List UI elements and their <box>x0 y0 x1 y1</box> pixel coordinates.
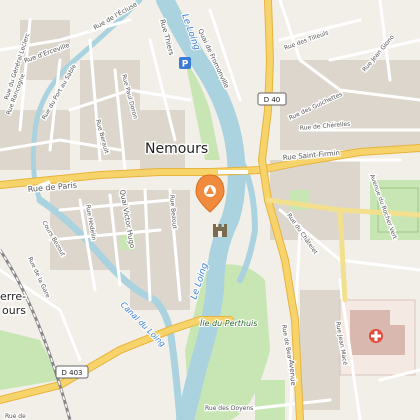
city-label-partial: erre- <box>0 290 26 303</box>
road-shield-d403-label: D 403 <box>62 369 83 377</box>
parking-poi[interactable]: P <box>179 57 191 70</box>
parking-label: P <box>182 60 189 70</box>
map-view[interactable]: Nemours erre- ours Le Loing Le Loing Can… <box>0 0 420 420</box>
road-shield-d40: D 40 <box>257 92 287 106</box>
city-label-partial-2: ours <box>2 304 26 317</box>
map-canvas: Nemours erre- ours Le Loing Le Loing Can… <box>0 0 420 420</box>
road-shield-d403: D 403 <box>55 365 89 379</box>
park-south <box>255 380 285 420</box>
street-rue-des-doyens: Rue des Doyens <box>205 405 253 412</box>
island-label: Île du Perthuis <box>200 317 257 328</box>
street-rue-de: Rue de <box>5 413 26 420</box>
city-label-nemours: Nemours <box>145 141 208 157</box>
hospital-icon[interactable] <box>369 329 383 343</box>
castle-icon[interactable] <box>213 224 227 237</box>
road-shield-d40-label: D 40 <box>264 96 281 104</box>
